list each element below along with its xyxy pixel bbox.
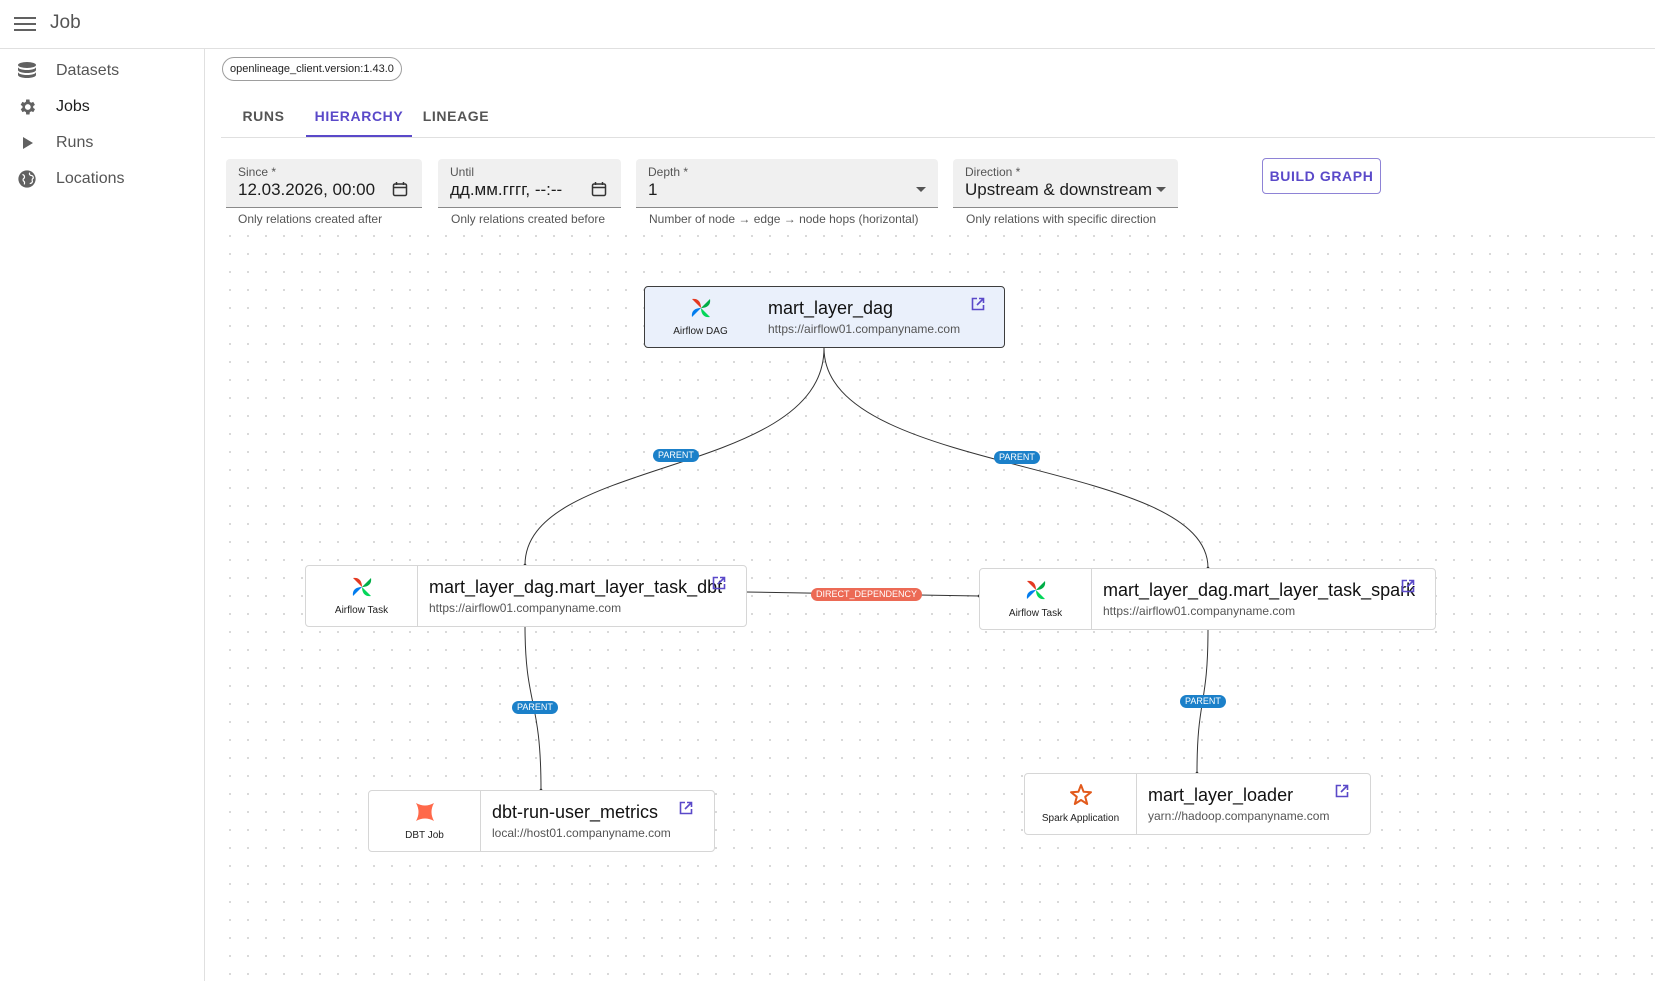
airflow-icon xyxy=(691,298,711,318)
main-content: openlineage_client.version:1.43.0 RUNS H… xyxy=(221,49,1655,981)
direction-label: Direction * xyxy=(965,165,1021,179)
sidebar-item-label: Jobs xyxy=(56,98,90,115)
node-mart-layer-dag[interactable]: Airflow DAG mart_layer_dag https://airfl… xyxy=(644,286,1005,348)
page-title: Job xyxy=(50,12,81,33)
dbt-icon xyxy=(416,803,434,821)
airflow-icon xyxy=(352,577,372,597)
open-external-icon[interactable] xyxy=(1335,784,1349,798)
edge-label-parent: PARENT xyxy=(1180,695,1226,708)
node-name: mart_layer_dag.mart_layer_task_dbt xyxy=(429,577,723,597)
calendar-icon[interactable] xyxy=(591,181,607,197)
direction-value: Upstream & downstream xyxy=(965,180,1153,199)
node-name: mart_layer_dag xyxy=(768,298,894,318)
since-helper: Only relations created after xyxy=(238,212,383,226)
calendar-icon[interactable] xyxy=(392,181,408,197)
since-label: Since * xyxy=(238,165,277,179)
until-field[interactable]: Until дд.мм.гггг, --:-- xyxy=(438,159,621,208)
direction-select[interactable]: Direction * Upstream & downstream xyxy=(953,159,1178,208)
until-helper: Only relations created before xyxy=(451,212,606,226)
open-external-icon[interactable] xyxy=(1401,579,1415,593)
node-url: https://airflow01.companyname.com xyxy=(429,601,622,615)
build-graph-button[interactable]: BUILD GRAPH xyxy=(1262,158,1381,194)
depth-helper: Number of node → edge → node hops (horiz… xyxy=(649,212,919,226)
tab-runs[interactable]: RUNS xyxy=(221,95,306,137)
open-external-icon[interactable] xyxy=(712,576,726,590)
sidebar-item-label: Locations xyxy=(56,170,125,187)
sidebar-item-runs[interactable]: Runs xyxy=(0,125,204,161)
depth-label: Depth * xyxy=(648,165,689,179)
chevron-down-icon xyxy=(916,187,926,192)
edge-label-parent: PARENT xyxy=(512,701,558,714)
tab-hierarchy[interactable]: HIERARCHY xyxy=(306,95,412,137)
version-chip: openlineage_client.version:1.43.0 xyxy=(222,57,402,81)
chevron-down-icon xyxy=(1156,187,1166,192)
spark-icon xyxy=(1070,784,1092,805)
globe-icon xyxy=(18,170,36,188)
direction-helper: Only relations with specific direction xyxy=(966,212,1157,226)
tab-bar: RUNS HIERARCHY LINEAGE xyxy=(221,95,1655,138)
graph-canvas[interactable]: PARENT PARENT DIRECT_DEPENDENCY PARENT P… xyxy=(221,227,1655,981)
tab-lineage[interactable]: LINEAGE xyxy=(412,95,500,137)
gear-icon xyxy=(20,99,35,115)
depth-value: 1 xyxy=(648,180,658,199)
open-external-icon[interactable] xyxy=(971,297,985,311)
node-mart-layer-task-dbt[interactable]: Airflow Task mart_layer_dag.mart_layer_t… xyxy=(305,565,747,627)
sidebar-item-label: Datasets xyxy=(56,62,120,79)
open-external-icon[interactable] xyxy=(679,801,693,815)
depth-select[interactable]: Depth * 1 xyxy=(636,159,938,208)
database-icon xyxy=(18,62,36,78)
until-label: Until xyxy=(450,165,475,179)
airflow-icon xyxy=(1026,580,1046,600)
node-type: Airflow DAG xyxy=(645,287,756,347)
edge-label-parent: PARENT xyxy=(994,451,1040,464)
node-dbt-run-user-metrics[interactable]: DBT Job dbt-run-user_metrics local://hos… xyxy=(368,790,715,852)
sidebar: Datasets Jobs Runs Locations xyxy=(0,49,205,981)
sidebar-item-datasets[interactable]: Datasets xyxy=(0,53,204,89)
node-type: Spark Application xyxy=(1025,774,1137,834)
node-type: Airflow Task xyxy=(980,569,1092,629)
play-icon xyxy=(23,137,33,149)
node-name: mart_layer_loader xyxy=(1148,785,1294,805)
node-url: yarn://hadoop.companyname.com xyxy=(1148,809,1330,823)
node-mart-layer-loader[interactable]: Spark Application mart_layer_loader yarn… xyxy=(1024,773,1371,835)
until-value[interactable]: дд.мм.гггг, --:-- xyxy=(450,180,562,200)
since-field[interactable]: Since * 12.03.2026, 00:00 xyxy=(226,159,422,208)
app-bar: Job xyxy=(0,0,1655,49)
node-url: local://host01.companyname.com xyxy=(492,826,671,840)
node-url: https://airflow01.companyname.com xyxy=(768,322,961,336)
node-type: Airflow Task xyxy=(306,566,418,626)
sidebar-item-locations[interactable]: Locations xyxy=(0,161,204,197)
node-name: mart_layer_dag.mart_layer_task_spark xyxy=(1103,580,1416,600)
menu-icon[interactable] xyxy=(14,14,36,34)
node-name: dbt-run-user_metrics xyxy=(492,802,659,822)
sidebar-item-jobs[interactable]: Jobs xyxy=(0,89,204,125)
node-mart-layer-task-spark[interactable]: Airflow Task mart_layer_dag.mart_layer_t… xyxy=(979,568,1436,630)
since-value[interactable]: 12.03.2026, 00:00 xyxy=(238,180,375,200)
edge-label-parent: PARENT xyxy=(653,449,699,462)
edge-label-direct-dependency: DIRECT_DEPENDENCY xyxy=(811,588,923,601)
node-url: https://airflow01.companyname.com xyxy=(1103,604,1296,618)
sidebar-item-label: Runs xyxy=(56,134,94,151)
node-type: DBT Job xyxy=(369,791,481,851)
